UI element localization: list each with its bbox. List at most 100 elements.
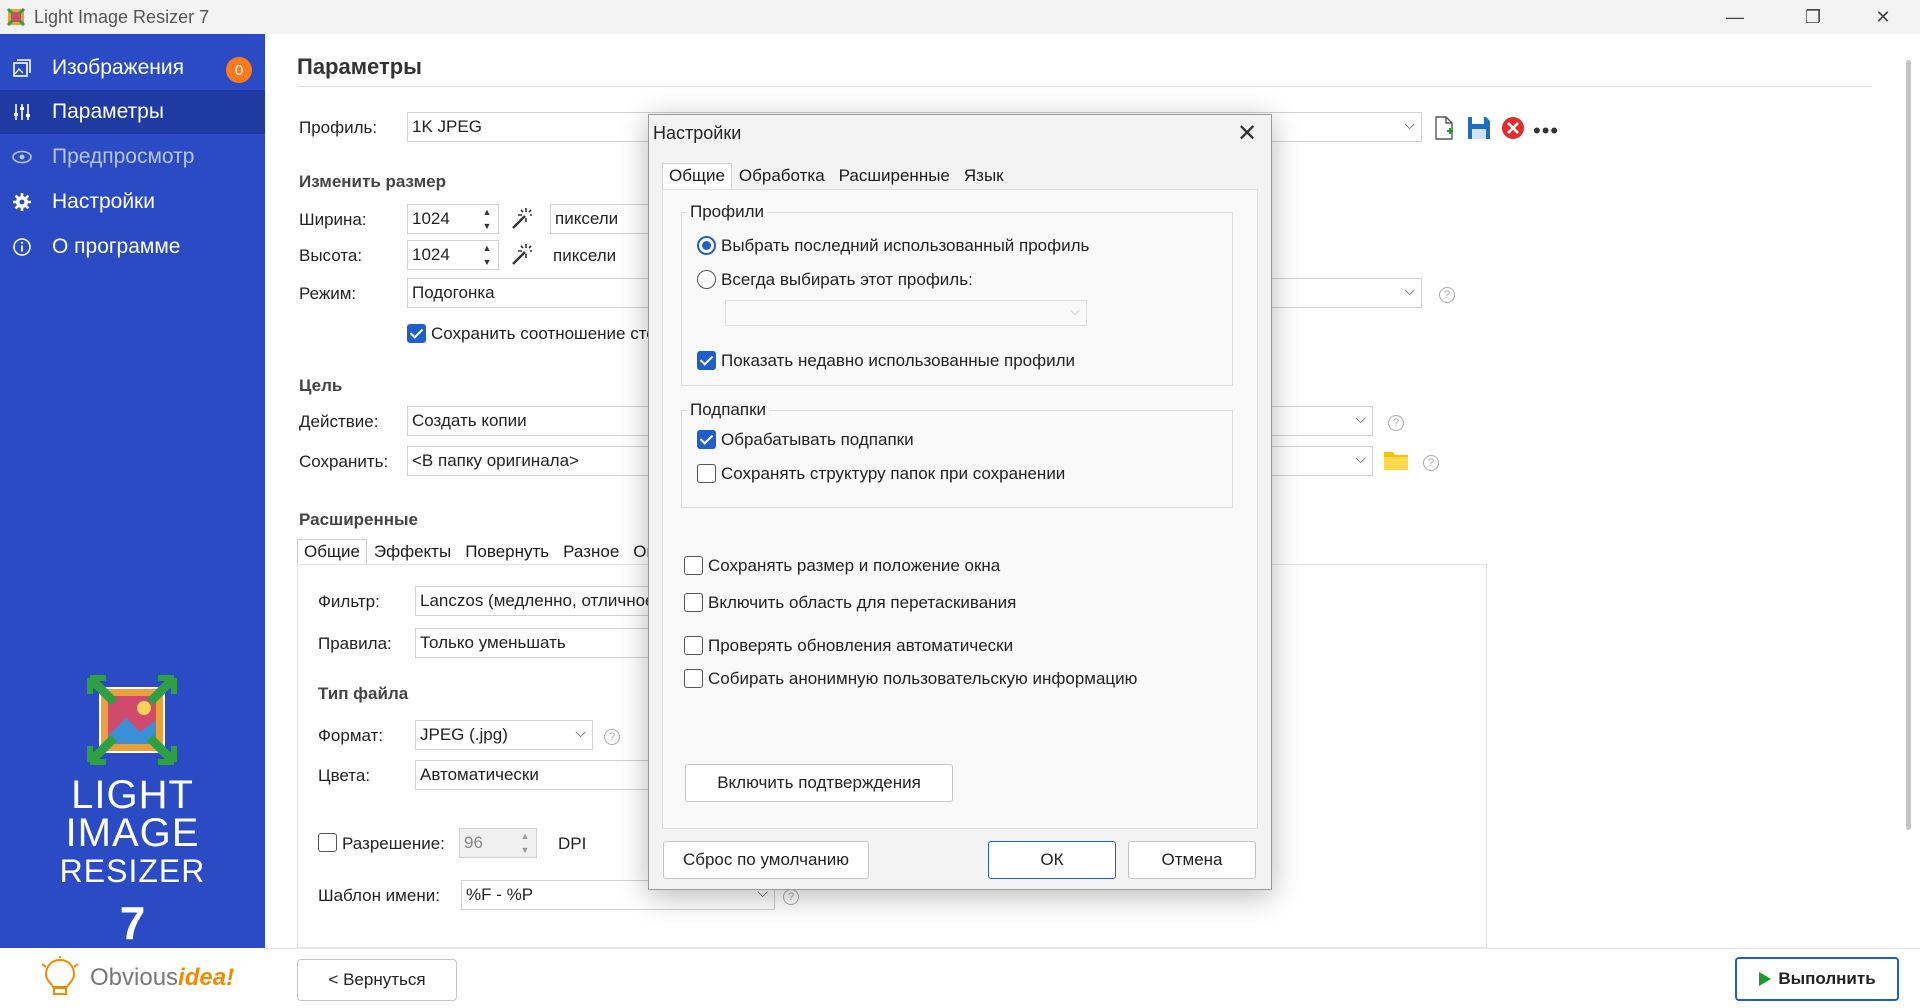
chevron-down-icon: ⌵ [1404,282,1415,298]
resolution-checkbox[interactable] [318,833,337,852]
keep-structure-checkbox[interactable] [697,464,716,483]
height-stepper[interactable]: 1024 ▲ ▼ [407,240,499,270]
spinner-icon[interactable]: ▲ ▼ [478,207,496,231]
process-subfolders-label: Обрабатывать подпапки [721,430,914,449]
close-window-button[interactable]: ✕ [1848,0,1918,34]
format-select[interactable]: JPEG (.jpg) ⌵ [415,720,593,750]
tab-processing[interactable]: Обработка [732,163,832,189]
sliders-icon [10,100,34,124]
sidebar-item-label: Параметры [52,100,164,123]
help-icon[interactable]: ? [783,889,799,905]
height-unit: пиксели [553,246,617,265]
tab-advanced[interactable]: Расширенные [832,163,957,189]
run-button[interactable]: Выполнить [1735,957,1899,1001]
show-recent-label: Показать недавно использованные профили [721,351,1076,370]
enable-confirmations-button[interactable]: Включить подтверждения [685,764,953,802]
more-options-icon[interactable]: ••• [1533,118,1559,144]
radio-last-profile-label: Выбрать последний использованный профиль [721,236,1090,255]
tab-general[interactable]: Общие [297,539,367,565]
resolution-stepper[interactable]: 96 ▲ ▼ [459,828,537,858]
sidebar-item-label: Предпросмотр [52,145,195,168]
tab-general[interactable]: Общие [662,163,732,189]
subfolders-group-title: Подпапки [687,400,770,420]
process-subfolders-checkbox[interactable] [697,430,716,449]
reset-defaults-button[interactable]: Сброс по умолчанию [663,841,869,879]
chevron-down-icon: ⌵ [1355,450,1366,466]
sidebar-item-about[interactable]: О программе [0,225,265,269]
cancel-button[interactable]: Отмена [1128,841,1256,879]
sidebar-item-images[interactable]: Изображения 0 [0,46,265,90]
bottom-bar: < Вернуться Выполнить [265,948,1920,1008]
radio-always-profile-label: Всегда выбирать этот профиль: [721,270,973,289]
profile-combo[interactable]: ⌵ [725,300,1087,326]
keep-ratio-checkbox[interactable] [407,324,426,343]
sidebar-item-parameters[interactable]: Параметры [0,90,265,134]
save-location-label: Сохранить: [299,452,389,471]
lightbulb-icon [41,956,79,995]
spinner-icon[interactable]: ▲ ▼ [516,831,534,855]
show-recent-checkbox[interactable] [697,351,716,370]
help-icon[interactable]: ? [1439,287,1455,303]
page-title: Параметры [297,54,422,79]
brand-line-2: IMAGE [65,811,200,855]
save-window-checkbox[interactable] [684,556,703,575]
keep-ratio-label: Сохранить соотношение стор [431,324,666,343]
tab-misc[interactable]: Разное [556,539,626,565]
spinner-icon[interactable]: ▲ ▼ [478,243,496,267]
check-updates-label: Проверять обновления автоматически [708,636,1014,655]
ok-button[interactable]: ОК [988,841,1116,879]
resolution-unit: DPI [558,834,587,853]
help-icon[interactable]: ? [604,729,620,745]
collect-info-checkbox[interactable] [684,669,703,688]
chevron-down-icon: ⌵ [1404,116,1415,132]
colors-label: Цвета: [318,766,371,785]
drop-area-checkbox[interactable] [684,593,703,612]
height-label: Высота: [299,246,363,265]
maximize-button[interactable]: ❐ [1778,0,1848,34]
advanced-section-title: Расширенные [299,510,418,529]
tab-effects[interactable]: Эффекты [367,539,458,565]
sidebar-item-preview[interactable]: Предпросмотр [0,135,265,179]
dialog-title: Настройки [653,123,742,143]
chevron-down-icon: ⌵ [1070,303,1080,318]
tab-language[interactable]: Язык [957,163,1011,189]
check-updates-checkbox[interactable] [684,636,703,655]
folder-icon[interactable] [1383,449,1409,471]
save-profile-icon[interactable] [1467,116,1491,140]
chevron-down-icon: ⌵ [1355,410,1366,426]
back-button[interactable]: < Вернуться [297,959,457,1001]
name-template-label: Шаблон имени: [318,886,440,905]
magic-wand-icon[interactable] [509,242,533,266]
rules-label: Правила: [318,634,392,653]
width-stepper[interactable]: 1024 ▲ ▼ [407,204,499,234]
scrollbar[interactable] [1906,60,1911,830]
subfolders-group [681,410,1233,508]
brand-version: 7 [119,897,146,949]
new-profile-icon[interactable] [1433,116,1455,140]
resolution-label: Разрешение: [342,834,445,853]
radio-always-profile[interactable] [697,270,716,289]
help-icon[interactable]: ? [1423,455,1439,471]
magic-wand-icon[interactable] [509,206,533,230]
minimize-button[interactable]: — [1700,0,1770,34]
action-label: Действие: [299,412,379,431]
sidebar: Изображения 0 Параметры Предпросмотр Нас… [0,34,265,949]
title-bar: Light Image Resizer 7 — ❐ ✕ [0,0,1920,34]
company-name: Obviousidea! [90,964,235,991]
dialog-tabs: Общие Обработка Расширенные Язык [662,163,1011,189]
filter-label: Фильтр: [318,592,380,611]
sidebar-item-settings[interactable]: Настройки [0,180,265,224]
profiles-group-title: Профили [687,202,768,222]
width-label: Ширина: [299,210,367,229]
chevron-down-icon: ⌵ [575,724,586,740]
eye-icon [10,145,34,169]
tab-rotate[interactable]: Повернуть [458,539,556,565]
help-icon[interactable]: ? [1388,415,1404,431]
keep-structure-label: Сохранять структуру папок при сохранении [721,464,1066,483]
profile-label: Профиль: [299,118,378,137]
delete-profile-icon[interactable] [1501,116,1525,140]
close-icon[interactable]: ✕ [1233,119,1261,147]
radio-last-profile[interactable] [697,236,716,255]
sidebar-item-label: Изображения [52,56,184,79]
filetype-section-title: Тип файла [318,684,409,703]
